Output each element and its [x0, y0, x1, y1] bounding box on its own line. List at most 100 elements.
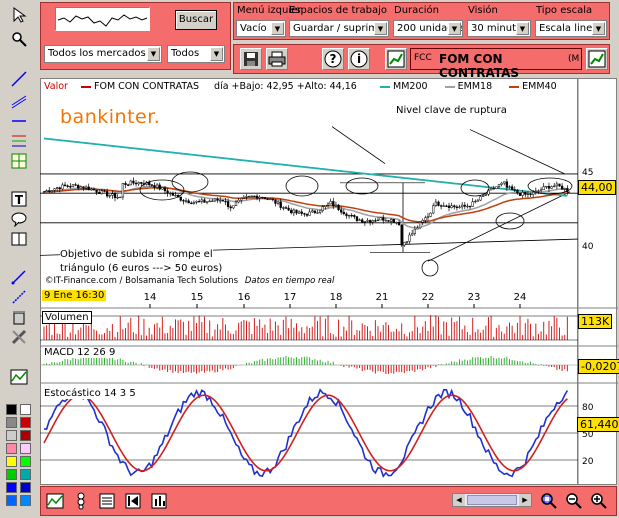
symbol-name: FOM CON CONTRATAS — [439, 52, 520, 80]
color-swatch[interactable] — [6, 404, 17, 415]
candle-body — [247, 195, 251, 198]
candle-body — [111, 193, 114, 196]
candle-body — [150, 184, 153, 186]
zoom-out-icon[interactable] — [563, 490, 585, 512]
candle-body — [148, 181, 151, 185]
candle-body — [437, 201, 440, 206]
hline-icon[interactable] — [8, 110, 30, 132]
mini-chart-thumbnail[interactable] — [55, 7, 150, 31]
color-swatch[interactable] — [6, 495, 17, 506]
chart-up-icon[interactable] — [385, 48, 407, 70]
candle-body — [292, 209, 295, 214]
candle-body — [492, 188, 495, 190]
horizontal-scrollbar[interactable]: ◀ ▶ — [452, 493, 532, 507]
vision-select[interactable]: 30 minutos ▼ — [467, 20, 531, 37]
bar-chart-icon[interactable] — [148, 490, 170, 512]
book-icon[interactable] — [8, 228, 30, 250]
candle-body — [326, 203, 330, 206]
escala-select[interactable]: Escala lineal ▼ — [535, 20, 607, 37]
zoom-fit-icon[interactable] — [538, 490, 560, 512]
tools-icon[interactable] — [8, 326, 30, 348]
add-indicator-icon[interactable] — [44, 490, 66, 512]
candle-body — [445, 205, 448, 207]
color-swatch[interactable] — [20, 469, 31, 480]
color-swatch[interactable] — [20, 430, 31, 441]
save-icon[interactable] — [240, 48, 262, 70]
filter-select[interactable]: Todos ▼ — [167, 45, 225, 63]
candle-body — [513, 189, 516, 191]
svg-text:T: T — [15, 193, 24, 207]
candle-body — [269, 198, 272, 200]
line-tool-icon[interactable] — [8, 266, 30, 288]
market-select-value: Todos los mercados — [48, 48, 146, 59]
zoom-in-icon[interactable] — [588, 490, 610, 512]
color-swatch[interactable] — [20, 404, 31, 415]
buscar-button[interactable]: Buscar — [175, 10, 217, 30]
zoom-icon[interactable] — [8, 28, 30, 50]
cursor-icon[interactable] — [8, 4, 30, 26]
scroll-thumb[interactable] — [467, 495, 517, 505]
indicator-icon[interactable] — [8, 366, 30, 388]
ma-legend: MM200 EMM18 EMM40 — [380, 81, 557, 92]
color-swatch[interactable] — [20, 443, 31, 454]
candle-body — [266, 198, 269, 200]
scroll-left-arrow[interactable]: ◀ — [453, 494, 465, 506]
color-swatch[interactable] — [6, 417, 17, 428]
valor-label: Valor — [44, 81, 68, 92]
color-swatch[interactable] — [6, 430, 17, 441]
candle-body — [461, 204, 464, 208]
color-swatch[interactable] — [6, 469, 17, 480]
info-icon[interactable]: i — [348, 48, 370, 70]
candle-body — [192, 202, 196, 204]
credits-label: ©IT-Finance.com / Bolsamania Tech Soluti… — [45, 276, 239, 286]
trash-icon[interactable] — [8, 306, 30, 328]
realtime-label: Datos en tiempo real — [244, 276, 335, 286]
vision-label: Visión — [468, 5, 498, 16]
espacios-select[interactable]: Guardar / suprimir ▼ — [289, 20, 389, 37]
candle-body — [74, 184, 77, 186]
color-swatch[interactable] — [20, 495, 31, 506]
series-swatch — [80, 85, 91, 88]
list-icon[interactable] — [96, 490, 118, 512]
market-select[interactable]: Todos los mercados ▼ — [44, 45, 162, 63]
candle-body — [350, 214, 353, 217]
channel-icon[interactable] — [8, 90, 30, 112]
help-icon[interactable]: ? — [322, 48, 344, 70]
candle-body — [261, 196, 264, 199]
candle-body — [395, 222, 398, 224]
candle-body — [450, 205, 453, 208]
color-swatch[interactable] — [20, 456, 31, 467]
trendline-icon[interactable] — [8, 68, 30, 90]
candle-body — [279, 201, 282, 208]
candle-body — [334, 204, 338, 207]
print-icon[interactable] — [266, 48, 288, 70]
color-swatch[interactable] — [20, 482, 31, 493]
candle-body — [263, 197, 267, 200]
chart-next-icon[interactable] — [586, 48, 608, 70]
color-swatch[interactable] — [20, 417, 31, 428]
candle-body — [284, 207, 288, 209]
candle-body — [361, 219, 364, 223]
candle-body — [508, 186, 511, 188]
candle-body — [132, 180, 135, 184]
candle-body — [413, 228, 416, 234]
candle-body — [53, 188, 56, 191]
color-swatch[interactable] — [6, 482, 17, 493]
text-icon[interactable]: T — [8, 188, 30, 210]
fibonacci-icon[interactable] — [8, 130, 30, 152]
menu-izq-select[interactable]: Vacío ▼ — [236, 20, 286, 37]
color-swatch[interactable] — [6, 456, 17, 467]
scroll-start-icon[interactable] — [122, 490, 144, 512]
mm200-swatch — [380, 85, 390, 88]
duracion-select[interactable]: 200 unidades ▼ — [393, 20, 463, 37]
candle-body — [347, 214, 351, 217]
arrow-line-icon[interactable] — [8, 286, 30, 308]
emm40-swatch — [509, 85, 520, 88]
color-swatch[interactable] — [6, 443, 17, 454]
grid-icon[interactable] — [8, 150, 30, 172]
comment-icon[interactable] — [8, 208, 30, 230]
candle-body — [453, 205, 456, 208]
settings-indicator-icon[interactable] — [70, 490, 92, 512]
scroll-right-arrow[interactable]: ▶ — [519, 494, 531, 506]
symbol-box[interactable]: FCC FOM CON CONTRATAS (M — [410, 48, 582, 80]
